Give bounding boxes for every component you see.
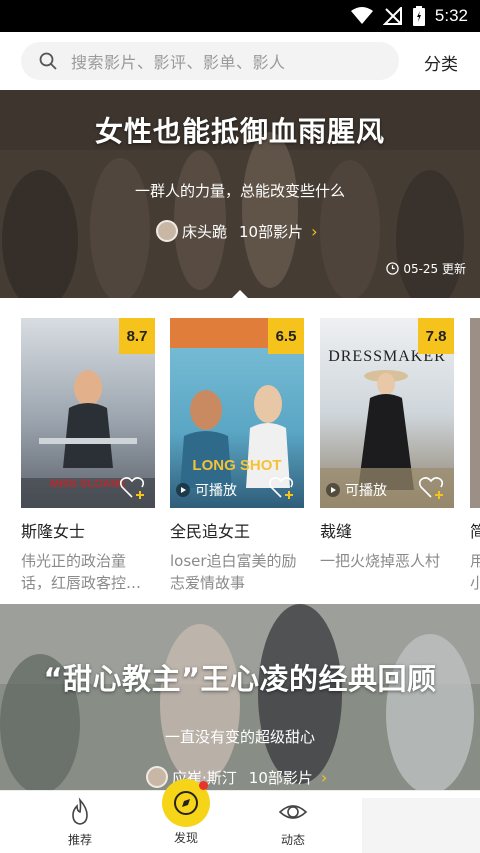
notification-dot — [199, 781, 208, 790]
status-bar: 5:32 — [0, 0, 480, 32]
discover-button — [162, 779, 210, 827]
movie-description-line: 小 — [470, 574, 480, 592]
banner-pointer — [231, 290, 249, 299]
movie-title: 裁缝 — [320, 522, 353, 541]
score-badge: 6.5 — [268, 318, 304, 354]
play-icon — [326, 483, 340, 497]
movie-description-line: 伟光正的政治童 — [21, 552, 127, 570]
banner-subtitle: 一直没有变的超级甜心 — [164, 728, 315, 746]
movie-poster: LONG SHOT 6.5 可播放 — [170, 318, 304, 508]
movie-poster: MISS SLOANE 8.7 — [21, 318, 155, 508]
search-input[interactable]: 搜索影片、影评、影单、影人 — [21, 42, 399, 80]
app-screen: 5:32 搜索影片、影评、影单、影人 分类 女性也能抵御血雨腥风 一群人的力量，… — [0, 0, 480, 853]
movie-description: loser追白富美的励 志爱情故事 — [170, 550, 304, 594]
signal-icon — [382, 7, 402, 25]
search-row: 搜索影片、影评、影单、影人 分类 — [0, 32, 480, 90]
category-button[interactable]: 分类 — [424, 50, 458, 75]
banner-subtitle: 一群人的力量，总能改变些什么 — [134, 182, 345, 200]
favorite-add-icon[interactable] — [418, 476, 446, 500]
search-icon — [39, 52, 57, 70]
featured-list-banner[interactable]: “甜心教主”王心凌的经典回顾 一直没有变的超级甜心 应崔·斯汀 10部影片 › — [0, 604, 480, 790]
nav-label: 动态 — [280, 833, 305, 847]
banner-title: 女性也能抵御血雨腥风 — [94, 115, 385, 148]
movie-list: MISS SLOANE 8.7 斯隆女士 伟光正的政治童 话，红唇政客控… LO… — [0, 318, 480, 598]
nav-recommend[interactable]: 推荐 — [50, 797, 110, 848]
search-placeholder: 搜索影片、影评、影单、影人 — [71, 53, 286, 72]
movie-description: 一把火烧掉恶人村 — [320, 550, 454, 572]
status-time: 5:32 — [434, 6, 468, 25]
movie-description-line: loser追白富美的励 — [170, 552, 297, 570]
movie-description-line: 话，红唇政客控… — [21, 574, 142, 592]
nav-label: 发现 — [173, 831, 198, 845]
bottom-nav: 推荐 发现 动态 — [0, 779, 480, 853]
movie-description-line: 志爱情故事 — [170, 574, 246, 592]
eye-icon — [278, 805, 308, 819]
chevron-right-icon: › — [320, 767, 328, 787]
author-name: 床头跪 — [182, 222, 228, 241]
playable-tag: 可播放 — [326, 480, 387, 500]
status-icons: 5:32 — [350, 6, 468, 26]
author-row[interactable]: 床头跪 10部影片 › — [156, 220, 318, 242]
movie-title: 全民追女王 — [170, 522, 251, 541]
chevron-right-icon: › — [311, 221, 318, 241]
nav-discover[interactable]: 发现 — [156, 779, 216, 846]
playable-tag: 可播放 — [176, 480, 237, 500]
compass-icon — [174, 791, 198, 815]
movie-description-line: 用 — [470, 552, 480, 570]
movie-poster: DRESSMAKER 7.8 可播放 — [320, 318, 454, 508]
movie-card[interactable]: DRESSMAKER 7.8 可播放 裁缝 一把火烧掉恶人村 — [320, 318, 454, 572]
poster-title: LONG SHOT — [192, 457, 282, 474]
nav-feed[interactable]: 动态 — [263, 797, 323, 848]
movie-poster — [470, 318, 480, 508]
wifi-icon — [350, 7, 373, 24]
movie-card[interactable]: MISS SLOANE 8.7 斯隆女士 伟光正的政治童 话，红唇政客控… — [21, 318, 155, 594]
movie-description-line: 一把火烧掉恶人村 — [320, 552, 441, 570]
flame-icon — [72, 797, 88, 825]
banner-title: “甜心教主”王心凌的经典回顾 — [43, 662, 437, 696]
corner-overlay — [362, 798, 480, 853]
favorite-add-icon[interactable] — [119, 476, 147, 500]
movie-description: 用 小 — [470, 550, 480, 594]
playable-label: 可播放 — [195, 483, 237, 499]
score-badge: 8.7 — [119, 318, 155, 354]
film-count: 10部影片 — [239, 222, 304, 241]
play-icon — [176, 483, 190, 497]
film-count: 10部影片 — [248, 768, 313, 787]
movie-title: 斯隆女士 — [21, 522, 86, 541]
movie-card[interactable]: LONG SHOT 6.5 可播放 全民追女王 loser追白富美的励 志爱情故… — [170, 318, 304, 594]
battery-icon — [412, 6, 425, 26]
movie-card[interactable]: 简 用 小 — [470, 318, 480, 594]
update-text: 05-25 更新 — [403, 262, 466, 276]
playable-label: 可播放 — [345, 483, 387, 499]
clock-icon — [386, 262, 399, 275]
featured-list-banner[interactable]: 女性也能抵御血雨腥风 一群人的力量，总能改变些什么 床头跪 10部影片 › 05… — [0, 90, 480, 298]
movie-title: 简 — [470, 522, 480, 541]
update-time: 05-25 更新 — [386, 260, 466, 277]
movie-description: 伟光正的政治童 话，红唇政客控… — [21, 550, 155, 594]
score-badge: 7.8 — [418, 318, 454, 354]
author-avatar — [156, 220, 178, 242]
favorite-add-icon[interactable] — [268, 476, 296, 500]
nav-label: 推荐 — [67, 833, 92, 847]
